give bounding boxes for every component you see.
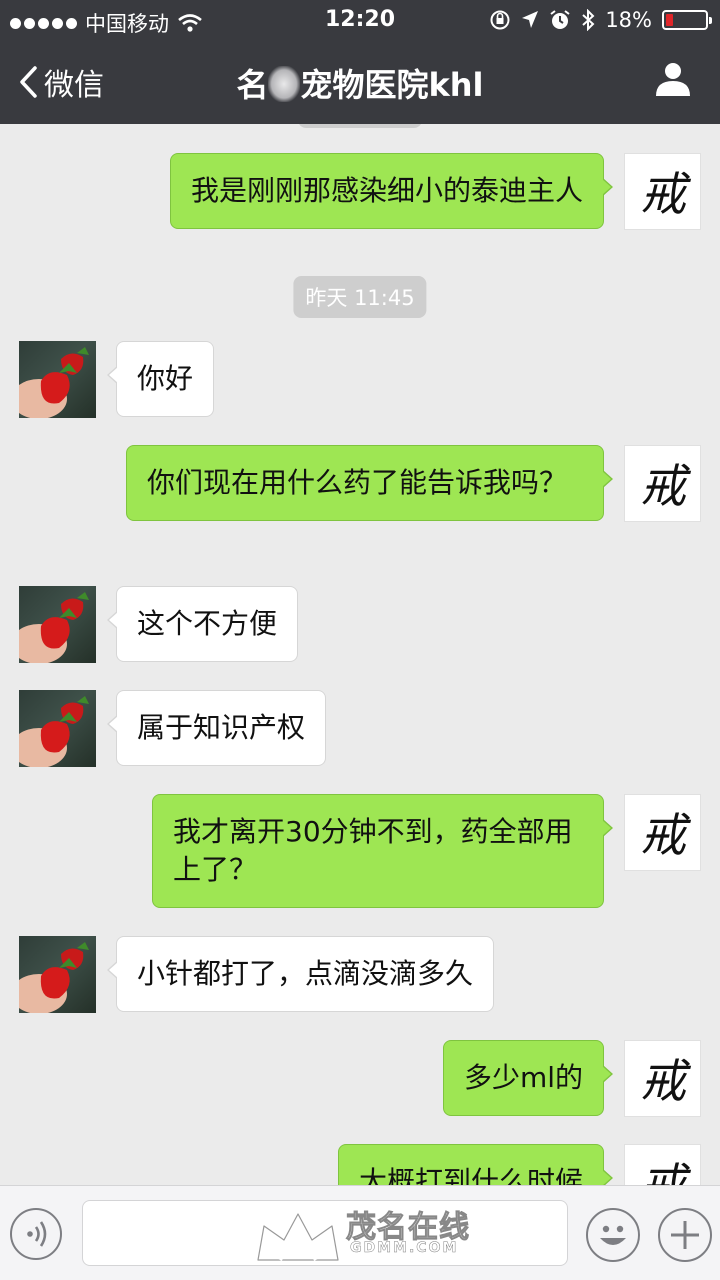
wechat-chat-screen: 中国移动 12:20 18% 微信 名 宠物医院khl 我是刚刚那感染细小的泰迪… [0, 0, 720, 1280]
chat-title: 名宠物医院khl [0, 60, 720, 106]
chat-info-button[interactable] [654, 60, 692, 102]
voice-wave-icon [27, 1221, 47, 1247]
location-arrow-icon [522, 11, 539, 28]
plus-icon [671, 1221, 699, 1249]
avatar-glyph: 戒 [640, 459, 692, 513]
voice-input-button[interactable] [10, 1208, 62, 1260]
chat-title-prefix: 名 [236, 66, 269, 104]
bluetooth-icon [582, 9, 595, 31]
self-avatar[interactable]: 戒 [624, 794, 701, 871]
status-right: 18% [489, 8, 712, 32]
chat-title-suffix: 宠物医院khl [300, 66, 484, 104]
strawberry-photo-icon [19, 696, 89, 767]
avatar-glyph: 戒 [640, 167, 692, 221]
message-bubble-received[interactable]: 这个不方便 [106, 586, 299, 662]
strawberry-photo-icon [19, 592, 89, 663]
message-bubble-sent[interactable]: 大概打到什么时候 [337, 1144, 614, 1185]
chat-area[interactable]: 我是刚刚那感染细小的泰迪主人 戒 昨天 11:45 你好 你们现在用什么药了能告… [0, 124, 720, 1185]
calligraphy-avatar-icon: 戒 [640, 459, 692, 513]
self-avatar[interactable]: 戒 [624, 1144, 701, 1185]
message-bubble-sent[interactable]: 多少ml的 [442, 1040, 614, 1116]
avatar-glyph: 戒 [640, 1158, 692, 1185]
message-bubble-sent[interactable]: 你们现在用什么药了能告诉我吗？ [126, 445, 613, 521]
contact-avatar[interactable] [19, 341, 96, 418]
person-icon [656, 63, 690, 96]
battery-fill [666, 14, 673, 26]
alarm-clock-icon [550, 10, 570, 29]
message-bubble-sent[interactable]: 我才离开30分钟不到，药全部用上了？ [152, 794, 613, 908]
smiley-icon [600, 1225, 626, 1245]
watermark-logo-icon [255, 1211, 341, 1263]
timestamp-pill: 昨天 11:45 [293, 276, 427, 318]
self-avatar[interactable]: 戒 [624, 153, 701, 230]
nav-bar: 微信 名宠物医院khl [0, 40, 720, 124]
message-bubble-received[interactable]: 属于知识产权 [106, 690, 327, 766]
watermark-subtext: GDMM.COM [350, 1240, 459, 1257]
rotation-lock-icon [490, 10, 510, 30]
message-bubble-received[interactable]: 小针都打了，点滴没滴多久 [106, 936, 495, 1012]
contact-avatar[interactable] [19, 586, 96, 663]
time-pill-partial [298, 124, 422, 128]
title-blur [268, 66, 301, 102]
strawberry-photo-icon [19, 942, 89, 1013]
message-bubble-sent[interactable]: 我是刚刚那感染细小的泰迪主人 [169, 153, 614, 229]
avatar-glyph: 戒 [640, 808, 692, 862]
calligraphy-avatar-icon: 戒 [640, 1158, 692, 1185]
avatar-glyph: 戒 [640, 1054, 692, 1108]
calligraphy-avatar-icon: 戒 [640, 167, 692, 221]
contact-avatar[interactable] [19, 936, 96, 1013]
status-bar: 中国移动 12:20 18% [0, 0, 720, 40]
more-options-button[interactable] [658, 1208, 712, 1262]
strawberry-photo-icon [19, 347, 89, 418]
battery-icon [662, 10, 712, 30]
calligraphy-avatar-icon: 戒 [640, 808, 692, 862]
self-avatar[interactable]: 戒 [624, 445, 701, 522]
self-avatar[interactable]: 戒 [624, 1040, 701, 1117]
contact-avatar[interactable] [19, 690, 96, 767]
watermark: 茂名在线 GDMM.COM [250, 1198, 490, 1270]
calligraphy-avatar-icon: 戒 [640, 1054, 692, 1108]
message-bubble-received[interactable]: 你好 [106, 341, 215, 417]
emoji-button[interactable] [586, 1208, 640, 1262]
battery-percent: 18% [605, 8, 652, 32]
